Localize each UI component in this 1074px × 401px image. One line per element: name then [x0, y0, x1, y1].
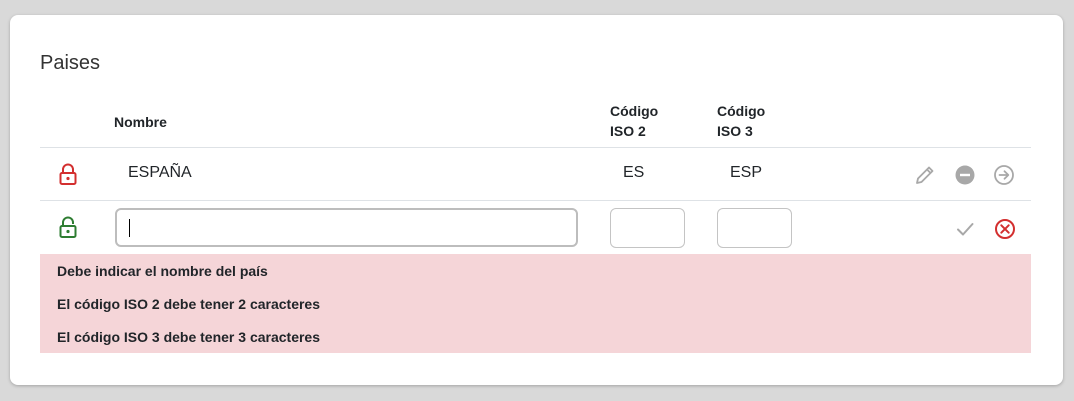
check-icon[interactable]: [954, 218, 976, 240]
paises-card: Paises Nombre Código ISO 2 Código ISO 3 …: [10, 15, 1063, 385]
new-row: [40, 201, 1031, 254]
column-header-iso2: Código ISO 2: [610, 101, 670, 141]
error-message: Debe indicar el nombre del país: [57, 263, 268, 279]
page-title: Paises: [40, 52, 101, 74]
edit-icon[interactable]: [914, 164, 936, 186]
column-header-iso3: Código ISO 3: [717, 101, 777, 141]
nombre-input[interactable]: [115, 208, 578, 247]
column-header-iso3-line1: Código: [717, 103, 766, 119]
column-header-nombre: Nombre: [114, 114, 167, 130]
text-caret: [129, 219, 130, 237]
validation-errors: Debe indicar el nombre del país El códig…: [40, 254, 1031, 353]
error-message: El código ISO 3 debe tener 3 caracteres: [57, 329, 320, 345]
iso2-input[interactable]: [610, 208, 685, 248]
lock-closed-icon[interactable]: [58, 163, 78, 185]
cell-nombre: ESPAÑA: [128, 164, 192, 181]
table-header: Nombre Código ISO 2 Código ISO 3: [40, 100, 1031, 148]
error-message: El código ISO 2 debe tener 2 caracteres: [57, 296, 320, 312]
table-row: ESPAÑA ES ESP: [40, 148, 1031, 201]
cell-iso2: ES: [623, 164, 645, 181]
remove-icon[interactable]: [954, 164, 976, 186]
lock-open-icon[interactable]: [58, 216, 78, 238]
iso3-input[interactable]: [717, 208, 792, 248]
cancel-icon[interactable]: [994, 218, 1016, 240]
go-icon[interactable]: [993, 164, 1015, 186]
cell-iso3: ESP: [730, 164, 763, 181]
column-header-iso2-line2: ISO 2: [610, 123, 646, 139]
column-header-iso3-line2: ISO 3: [717, 123, 753, 139]
column-header-iso2-line1: Código: [610, 103, 659, 119]
